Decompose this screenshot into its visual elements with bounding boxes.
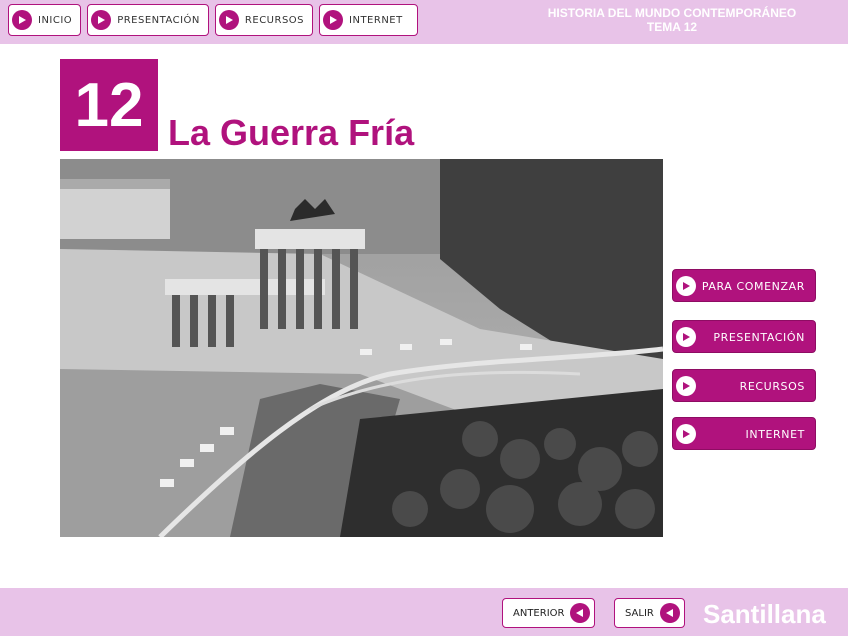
play-right-icon [676, 376, 696, 396]
menu-label: RECURSOS [739, 380, 805, 393]
anterior-button[interactable]: ANTERIOR [502, 598, 596, 628]
play-right-icon [676, 276, 696, 296]
presentacion-button[interactable]: PRESENTACIÓN [672, 320, 816, 353]
menu-label: PARA COMENZAR [701, 280, 805, 293]
menu-label: PRESENTACIÓN [713, 331, 805, 344]
play-left-icon [659, 603, 680, 623]
play-right-icon [12, 10, 32, 30]
page-title: La Guerra Fría [168, 112, 415, 153]
nav-label: INICIO [38, 14, 73, 26]
para-comenzar-button[interactable]: PARA COMENZAR [672, 269, 816, 302]
nav-presentacion-button[interactable]: PRESENTACIÓN [87, 4, 209, 36]
salir-label: SALIR [625, 607, 654, 619]
nav-internet-button[interactable]: INTERNET [319, 4, 418, 36]
unit-label: TEMA 12 [646, 20, 698, 34]
play-right-icon [218, 10, 239, 30]
nav-label: PRESENTACIÓN [117, 14, 200, 26]
nav-label: INTERNET [349, 14, 403, 26]
course-heading: HISTORIA DEL MUNDO CONTEMPORÁNEO TEMA 12 [512, 6, 832, 34]
play-right-icon [91, 10, 112, 30]
brandenburg-gate-photo [60, 159, 663, 537]
play-right-icon [323, 10, 344, 30]
nav-label: RECURSOS [244, 14, 305, 26]
play-right-icon [676, 327, 696, 347]
santillana-logo: Santillana [703, 599, 826, 629]
internet-button[interactable]: INTERNET [672, 417, 816, 450]
nav-inicio-button[interactable]: INICIO [8, 4, 82, 36]
play-left-icon [570, 603, 591, 623]
course-title: HISTORIA DEL MUNDO CONTEMPORÁNEO [547, 6, 797, 20]
salir-button[interactable]: SALIR [614, 598, 685, 628]
top-navigation: INICIO PRESENTACIÓN RECURSOS INTERNET [8, 4, 418, 36]
nav-recursos-button[interactable]: RECURSOS [214, 4, 314, 36]
menu-label: INTERNET [745, 428, 805, 441]
anterior-label: ANTERIOR [513, 607, 565, 619]
recursos-button[interactable]: RECURSOS [672, 369, 816, 402]
unit-number-badge: 12 [60, 59, 158, 151]
play-right-icon [676, 424, 696, 444]
